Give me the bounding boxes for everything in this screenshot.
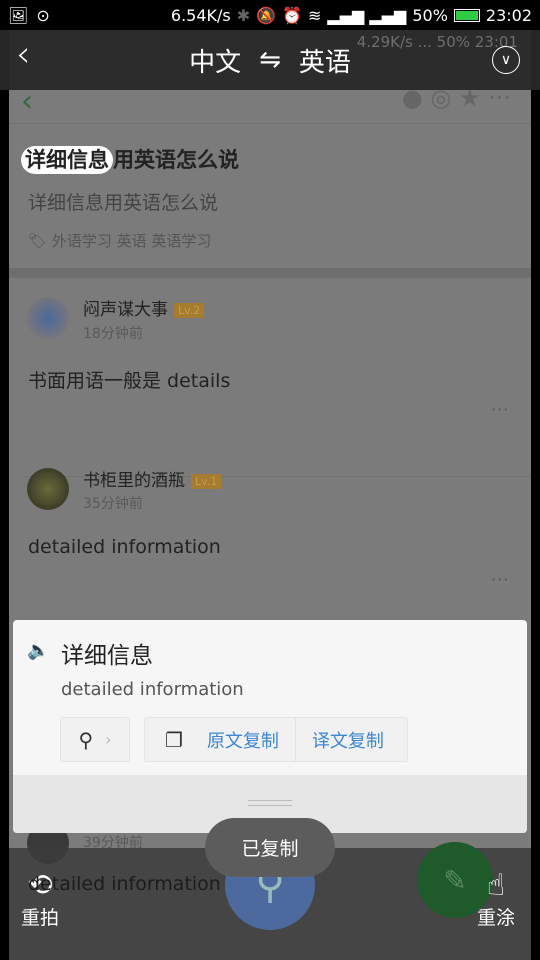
source-language[interactable]: 中文 [189, 42, 241, 79]
more-icon: ··· [491, 400, 510, 419]
answer-time: 35分钟前 [83, 496, 143, 512]
network-speed: 6.54K/s [170, 5, 231, 25]
repaint-button[interactable]: ☝ 重涂 [477, 868, 515, 930]
answer-text: 书面用语一般是 details [28, 370, 231, 392]
battery-icon [453, 8, 480, 22]
search-button[interactable]: ⚲ › [60, 717, 130, 762]
drag-handle-icon[interactable] [248, 800, 292, 806]
copy-translation-button[interactable]: 译文复制 [312, 727, 384, 753]
ghost-header: ‹ ● ◎ ★ ··· [9, 84, 531, 124]
divider [9, 268, 531, 278]
more-icon: ··· [491, 570, 510, 589]
highlight-selection: 详细信息 [21, 146, 113, 174]
copy-group: ❐ 原文复制 译文复制 [144, 717, 408, 762]
level-badge: Lv.2 [174, 302, 205, 318]
edit-icon: ✎ [443, 863, 467, 897]
translation-card: 🔈 详细信息 detailed information ⚲ › ❐ 原文复制 译文… [13, 620, 527, 833]
question-body: 详细信息用英语怎么说 [28, 192, 219, 214]
avatar [27, 468, 69, 510]
translation-text: detailed information [61, 679, 244, 700]
tags: 🏷 外语学习 英语 英语学习 [28, 232, 212, 250]
divider [294, 717, 296, 762]
copy-icon: ❐ [165, 727, 183, 752]
tag-icon: 🏷 [28, 232, 52, 250]
back-button[interactable]: ‹ [16, 34, 30, 75]
retake-label: 重拍 [21, 907, 60, 929]
mute-icon: 🔕 [256, 5, 277, 25]
search-icon: ⚲ [78, 727, 94, 752]
toast-message: 已复制 [205, 818, 335, 877]
battery-percent: 50% [412, 5, 448, 25]
answer-user: 闷声谋大事 Lv.2 [83, 295, 205, 320]
image-icon: 🖼 [8, 5, 29, 25]
answer-user: 书柜里的酒瓶 Lv.1 [83, 466, 222, 491]
question-title: 详细信息 用英语怎么说 [21, 144, 239, 174]
bluetooth-icon: ✱ [236, 5, 251, 25]
level-badge: Lv.1 [191, 473, 222, 489]
hand-pointer-icon: ☝ [486, 868, 506, 903]
source-text: 详细信息 [61, 643, 153, 669]
alarm-icon: ⏰ [282, 5, 302, 25]
avatar [27, 297, 69, 339]
clock: 23:02 [485, 5, 532, 25]
ghost-status-bar: 4.29K/s ... 50% 23:01 [356, 33, 518, 51]
more-icon: ⊙ [36, 5, 50, 25]
answer-time: 18分钟前 [83, 326, 143, 342]
speaker-icon[interactable]: 🔈 [27, 640, 49, 661]
copy-source-button[interactable]: 原文复制 [207, 727, 279, 753]
answer-text: detailed information [28, 873, 221, 895]
repaint-label: 重涂 [477, 907, 516, 929]
answer-text: detailed information [28, 536, 221, 558]
chevron-right-icon: › [105, 730, 112, 749]
status-bar: 🖼 ⊙ 6.54K/s ✱ 🔕 ⏰ ≋ ▂▄▆ ▂▄▆ 50% 23:02 [0, 0, 540, 30]
translate-header: 4.29K/s ... 50% 23:01 ‹ 中文 ⇋ 英语 ∨ [0, 30, 540, 90]
dropdown-circle-icon[interactable]: ∨ [492, 46, 520, 74]
signal-icon: ▂▄▆ ▂▄▆ [327, 5, 407, 25]
wifi-icon: ≋ [308, 5, 322, 25]
swap-language-icon[interactable]: ⇋ [259, 45, 281, 75]
target-language[interactable]: 英语 [299, 42, 351, 79]
